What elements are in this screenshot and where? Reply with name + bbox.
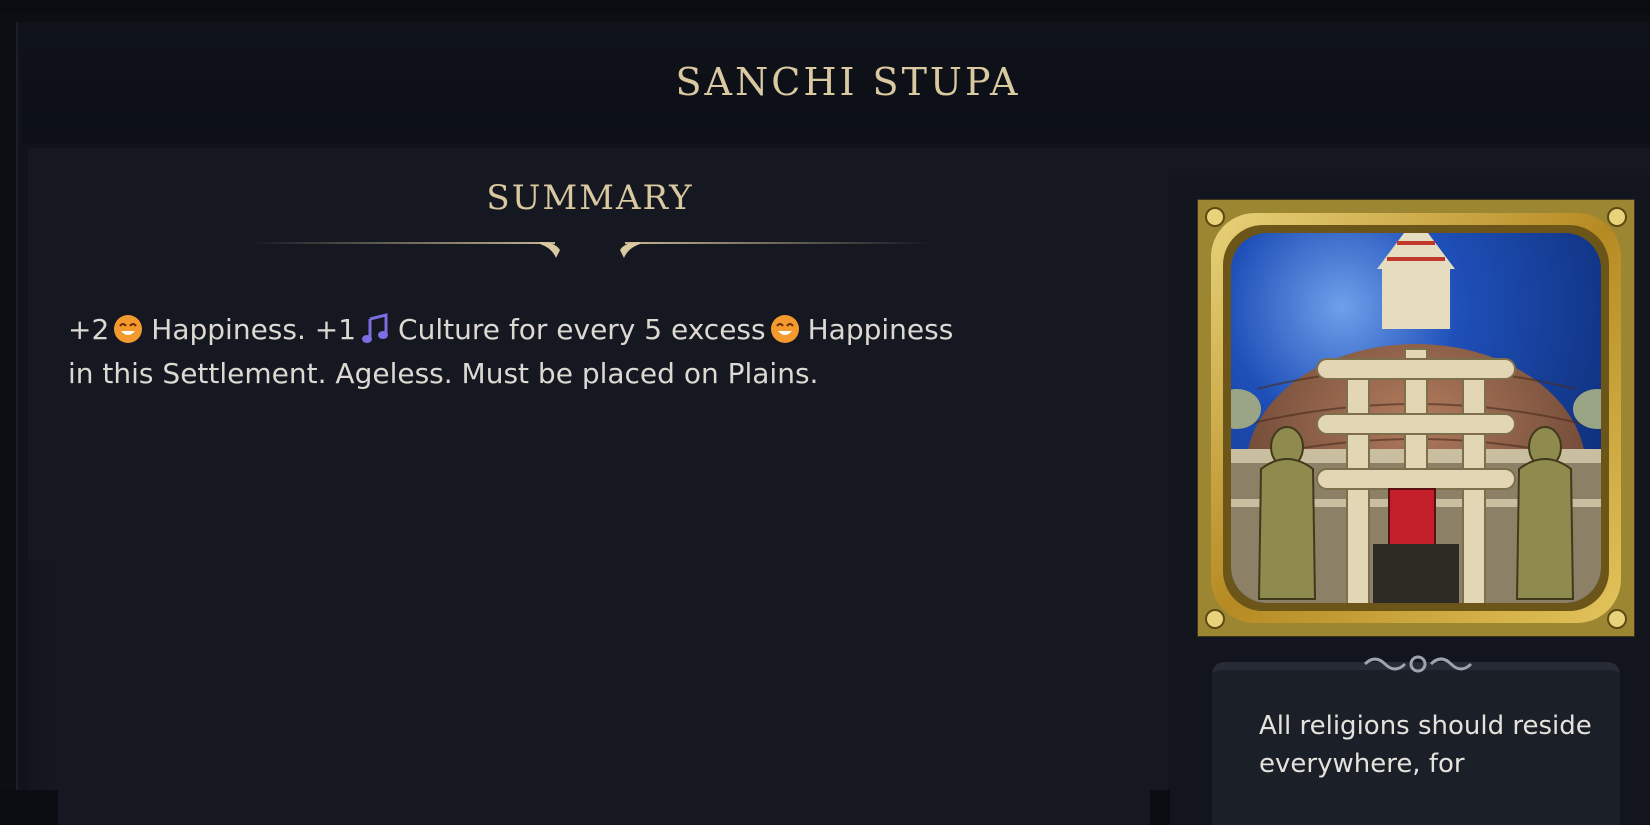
- summary-panel: [52, 175, 1150, 825]
- summary-part-4: Happiness: [807, 313, 954, 346]
- summary-text: +2 Happiness. +1 Culture for every 5 exc…: [68, 308, 1108, 396]
- flourish-ornament: [1363, 655, 1473, 673]
- sanchi-stupa-portrait: [1197, 199, 1635, 637]
- page-title: SANCHI STUPA: [675, 60, 1021, 104]
- quote-text: All religions should reside everywhere, …: [1259, 711, 1592, 779]
- summary-part-2: Happiness. +1: [151, 313, 357, 346]
- summary-part-1: +2: [68, 313, 110, 346]
- summary-heading: SUMMARY: [486, 178, 694, 218]
- summary-part-3: Culture for every 5 excess: [398, 313, 766, 346]
- happiness-icon: [770, 315, 799, 343]
- top-edge: [0, 0, 1650, 14]
- summary-part-5: in this Settlement. Ageless. Must be pla…: [68, 357, 819, 390]
- culture-icon: [362, 313, 389, 343]
- ornamental-divider: [250, 242, 930, 258]
- bottom-edge-left: [0, 790, 58, 825]
- happiness-icon: [114, 315, 143, 343]
- bottom-edge-mid: [1150, 790, 1170, 825]
